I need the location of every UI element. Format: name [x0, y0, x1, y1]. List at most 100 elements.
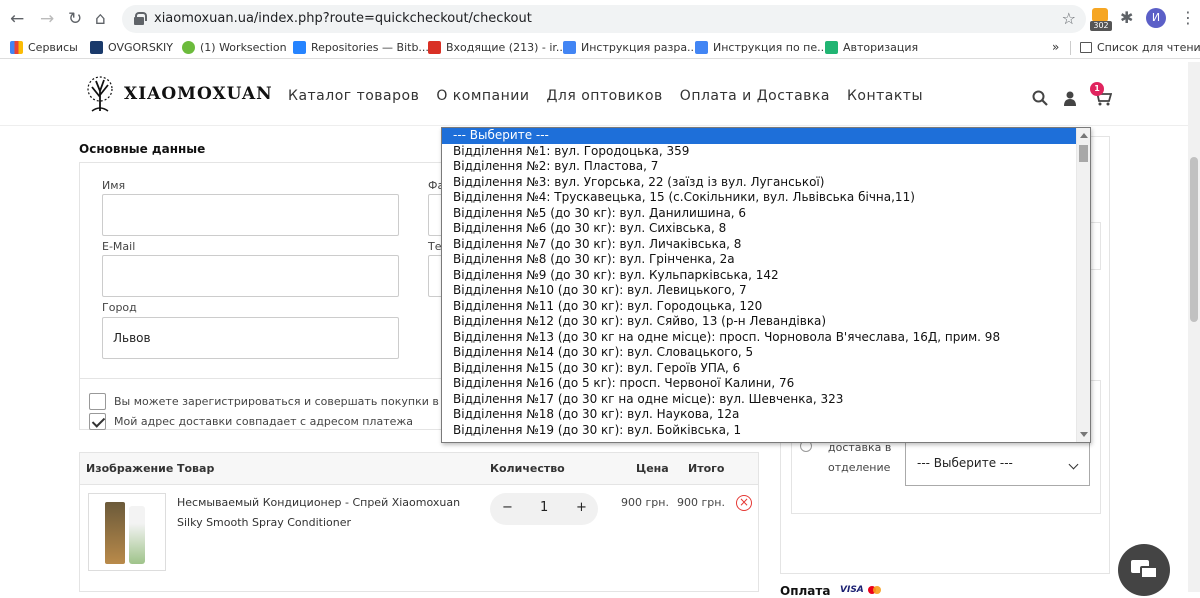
column-header: Цена: [636, 462, 669, 475]
dropdown-option[interactable]: Відділення №2: вул. Пластова, 7: [442, 159, 1076, 175]
dropdown-option[interactable]: --- Выберите ---: [442, 128, 1076, 144]
dropdown-option[interactable]: Відділення №3: вул. Угорська, 22 (заїзд …: [442, 175, 1076, 191]
menu-item-contacts[interactable]: Контакты: [847, 88, 923, 104]
column-header: Количество: [490, 462, 565, 475]
bookmark-item[interactable]: Авторизация: [825, 41, 918, 54]
warehouse-select-value: --- Выберите ---: [917, 456, 1013, 470]
cart-count-badge: 1: [1090, 82, 1104, 96]
extension-icon[interactable]: 302: [1090, 8, 1112, 31]
user-icon[interactable]: [1063, 90, 1077, 106]
dropdown-option[interactable]: Відділення №8 (до 30 кг): вул. Грінченка…: [442, 252, 1076, 268]
search-icon[interactable]: [1032, 90, 1048, 106]
city-input[interactable]: Львов: [102, 317, 399, 359]
dropdown-option[interactable]: Відділення №13 (до 30 кг на одне місце):…: [442, 330, 1076, 346]
apps-grid-icon: [10, 41, 23, 54]
dropdown-option[interactable]: Відділення №10 (до 30 кг): вул. Левицько…: [442, 283, 1076, 299]
reading-list[interactable]: Список для чтения: [1080, 41, 1200, 54]
logo-text: XIAOMOXUAN: [124, 84, 273, 104]
bookmark-item[interactable]: Инструкция разра...: [563, 41, 698, 54]
dropdown-option[interactable]: Відділення №4: Трускавецька, 15 (с.Сокіл…: [442, 190, 1076, 206]
branch-dropdown-list[interactable]: --- Выберите --- Відділення №1: вул. Горо…: [441, 127, 1091, 443]
product-price: 900 грн.: [621, 496, 669, 509]
dropdown-option[interactable]: Відділення №6 (до 30 кг): вул. Сихівська…: [442, 221, 1076, 237]
mastercard-icon: [868, 586, 882, 594]
bookmark-star-icon[interactable]: ☆: [1062, 9, 1076, 28]
dropdown-option[interactable]: Відділення №19 (до 30 кг): вул. Бойківсь…: [442, 423, 1076, 439]
register-checkbox[interactable]: [89, 393, 106, 410]
scrollbar-thumb[interactable]: [1079, 145, 1088, 162]
docs-icon: [563, 41, 576, 54]
bookmark-item[interactable]: Входящие (213) - ir...: [428, 41, 566, 54]
product-total: 900 грн.: [677, 496, 725, 509]
bookmark-item[interactable]: Инструкция по пе...: [695, 41, 828, 54]
visa-logo: VISA: [840, 585, 864, 595]
dropdown-option[interactable]: Відділення №5 (до 30 кг): вул. Данилишин…: [442, 206, 1076, 222]
dropdown-option[interactable]: Відділення №1: вул. Городоцька, 359: [442, 144, 1076, 160]
warehouse-select[interactable]: --- Выберите ---: [905, 442, 1090, 486]
bookmark-item[interactable]: OVGORSKIY: [90, 41, 173, 54]
dropdown-option[interactable]: Відділення №9 (до 30 кг): вул. Кульпаркі…: [442, 268, 1076, 284]
extensions-puzzle-icon[interactable]: ✱: [1120, 8, 1133, 27]
chat-button[interactable]: [1118, 544, 1170, 596]
address-bar[interactable]: xiaomoxuan.ua/index.php?route=quickcheck…: [122, 5, 1086, 33]
bookmark-item[interactable]: (1) Worksection: [182, 41, 287, 54]
quantity-plus-button[interactable]: +: [576, 500, 587, 515]
extension-badge-count: 302: [1090, 21, 1112, 31]
reload-icon[interactable]: ↻: [68, 9, 82, 29]
phone-label: Те: [428, 240, 442, 253]
dropdown-option[interactable]: Відділення №15 (до 30 кг): вул. Героїв У…: [442, 361, 1076, 377]
dropdown-option[interactable]: Відділення №12 (до 30 кг): вул. Сяйво, 1…: [442, 314, 1076, 330]
page-scrollbar[interactable]: [1188, 62, 1200, 592]
dropdown-option[interactable]: Відділення №11 (до 30 кг): вул. Городоць…: [442, 299, 1076, 315]
scroll-up-icon[interactable]: [1080, 133, 1088, 138]
menu-item-catalog[interactable]: Каталог товаров: [288, 88, 419, 104]
register-checkbox-row[interactable]: Вы можете зарегистрироваться и совершать…: [89, 393, 470, 410]
name-label: Имя: [102, 179, 126, 192]
gmail-icon: [428, 41, 441, 54]
product-name[interactable]: Несмываемый Кондиционер - Спрей Xiaomoxu…: [177, 493, 477, 533]
forward-arrow-icon[interactable]: →: [40, 9, 54, 29]
dropdown-option[interactable]: Відділення №14 (до 30 кг): вул. Словацьк…: [442, 345, 1076, 361]
bookmark-item[interactable]: Сервисы: [10, 41, 78, 54]
menu-kebab-icon[interactable]: ⋮: [1180, 8, 1196, 27]
quantity-value[interactable]: 1: [540, 500, 548, 515]
scroll-down-icon[interactable]: [1080, 432, 1088, 437]
dropdown-option[interactable]: Відділення №7 (до 30 кг): вул. Личаківсь…: [442, 237, 1076, 253]
url-text: xiaomoxuan.ua/index.php?route=quickcheck…: [154, 11, 532, 26]
same-address-checkbox[interactable]: [89, 413, 106, 430]
quantity-minus-button[interactable]: −: [502, 500, 513, 515]
email-label: E-Mail: [102, 240, 136, 253]
site-logo[interactable]: XIAOMOXUAN: [80, 75, 273, 113]
section-title: Основные данные: [79, 142, 206, 156]
delivery-option-label: доставка в отделение: [828, 441, 892, 474]
dropdown-option[interactable]: Відділення №16 (до 5 кг): просп. Червоно…: [442, 376, 1076, 392]
bookmarks-more[interactable]: »: [1052, 40, 1059, 54]
divider: [0, 58, 1200, 59]
register-text: Вы можете зарегистрироваться и совершать…: [114, 395, 470, 408]
dropdown-option[interactable]: Відділення №17 (до 30 кг на одне місце):…: [442, 392, 1076, 408]
city-label: Город: [102, 301, 137, 314]
email-input[interactable]: [102, 255, 399, 297]
same-address-text: Мой адрес доставки совпадает с адресом п…: [114, 415, 414, 428]
bookmark-favicon: [293, 41, 306, 54]
products-table-header: Изображение Товар Количество Цена Итого: [80, 453, 758, 485]
home-icon[interactable]: ⌂: [95, 9, 106, 29]
bookmark-favicon: [825, 41, 838, 54]
same-address-checkbox-row[interactable]: Мой адрес доставки совпадает с адресом п…: [89, 413, 413, 430]
dropdown-scrollbar[interactable]: [1076, 128, 1090, 442]
bookmark-item[interactable]: Repositories — Bitb...: [293, 41, 429, 54]
menu-item-payment-delivery[interactable]: Оплата и Доставка: [680, 88, 830, 104]
back-arrow-icon[interactable]: ←: [10, 9, 24, 29]
remove-item-icon[interactable]: ×: [736, 495, 752, 511]
browser-toolbar: ← → ↻ ⌂ xiaomoxuan.ua/index.php?route=qu…: [0, 0, 1200, 38]
column-header: Товар: [177, 462, 215, 475]
product-image[interactable]: [88, 493, 166, 571]
name-input[interactable]: [102, 194, 399, 236]
dropdown-option[interactable]: Відділення №18 (до 30 кг): вул. Наукова,…: [442, 407, 1076, 423]
bookmarks-bar: Сервисы OVGORSKIY (1) Worksection Reposi…: [0, 38, 1200, 58]
reading-list-icon: [1080, 42, 1092, 53]
docs-icon: [695, 41, 708, 54]
profile-avatar[interactable]: И: [1146, 8, 1166, 28]
menu-item-wholesale[interactable]: Для оптовиков: [546, 88, 662, 104]
menu-item-about[interactable]: О компании: [436, 88, 529, 104]
